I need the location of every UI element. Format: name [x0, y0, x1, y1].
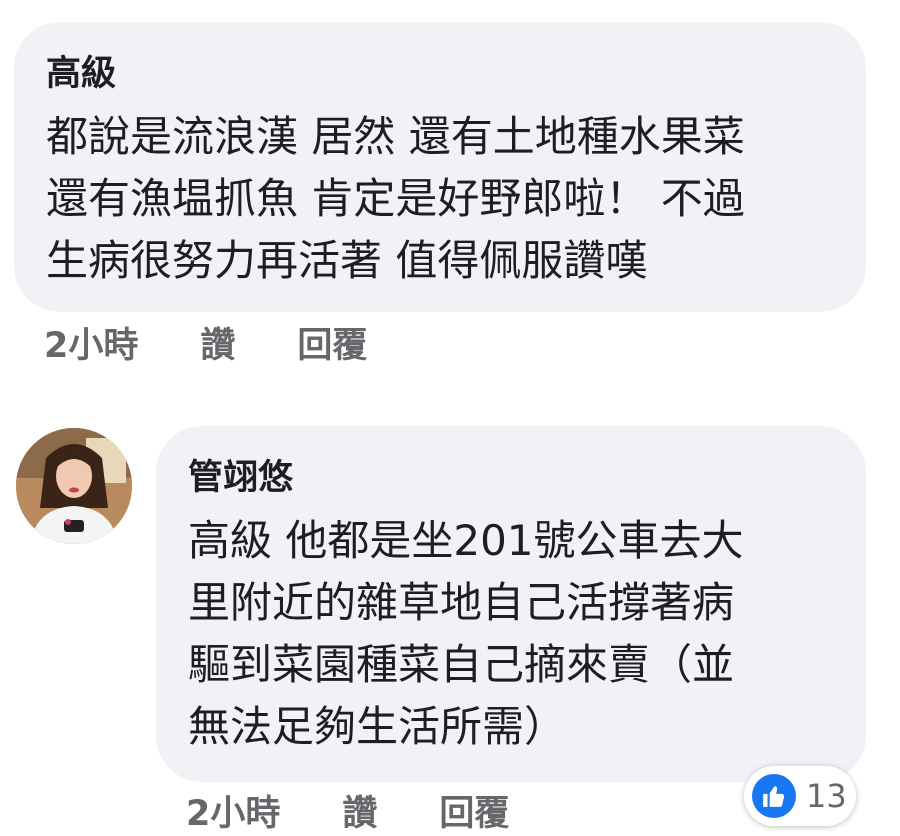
comment-author[interactable]: 高級	[46, 52, 866, 96]
profile-photo-icon	[16, 428, 132, 544]
comment-text: 都說是流浪漢 居然 還有土地種水果菜 還有漁塭抓魚 肯定是好野郎啦！ 不過 生病…	[46, 106, 866, 292]
reaction-summary[interactable]: 13	[744, 766, 856, 826]
comment-line: 無法足夠生活所需）	[188, 702, 567, 751]
comment-author[interactable]: 管翊悠	[188, 456, 866, 500]
comment-actions: 2小時 讚 回覆	[186, 788, 509, 834]
timestamp-link[interactable]: 2小時	[186, 785, 280, 836]
comment-line: 高級 他都是坐201號公車去大	[188, 516, 744, 565]
comment-bubble: 高級 都說是流浪漢 居然 還有土地種水果菜 還有漁塭抓魚 肯定是好野郎啦！ 不過…	[14, 22, 866, 312]
reply-button[interactable]: 回覆	[439, 785, 509, 836]
reaction-count: 13	[806, 777, 847, 815]
comment-text: 高級 他都是坐201號公車去大 里附近的雜草地自己活撐著病 驅到菜園種菜自己摘來…	[188, 510, 866, 758]
comment-line: 都說是流浪漢 居然 還有土地種水果菜	[46, 112, 745, 161]
like-button[interactable]: 讚	[200, 317, 235, 368]
comment-line: 生病很努力再活著 值得佩服讚嘆	[46, 236, 648, 285]
avatar[interactable]	[16, 428, 132, 544]
like-button[interactable]: 讚	[342, 785, 377, 836]
timestamp-link[interactable]: 2小時	[44, 317, 138, 368]
comment-line: 驅到菜園種菜自己摘來賣（並	[188, 640, 735, 689]
comment-line: 還有漁塭抓魚 肯定是好野郎啦！ 不過	[46, 174, 745, 223]
comment-line: 里附近的雜草地自己活撐著病	[188, 578, 735, 627]
comment-actions: 2小時 讚 回覆	[44, 320, 367, 366]
reply-button[interactable]: 回覆	[297, 317, 367, 368]
thumbs-up-icon	[752, 774, 796, 818]
comment-bubble: 管翊悠 高級 他都是坐201號公車去大 里附近的雜草地自己活撐著病 驅到菜園種菜…	[156, 426, 866, 782]
